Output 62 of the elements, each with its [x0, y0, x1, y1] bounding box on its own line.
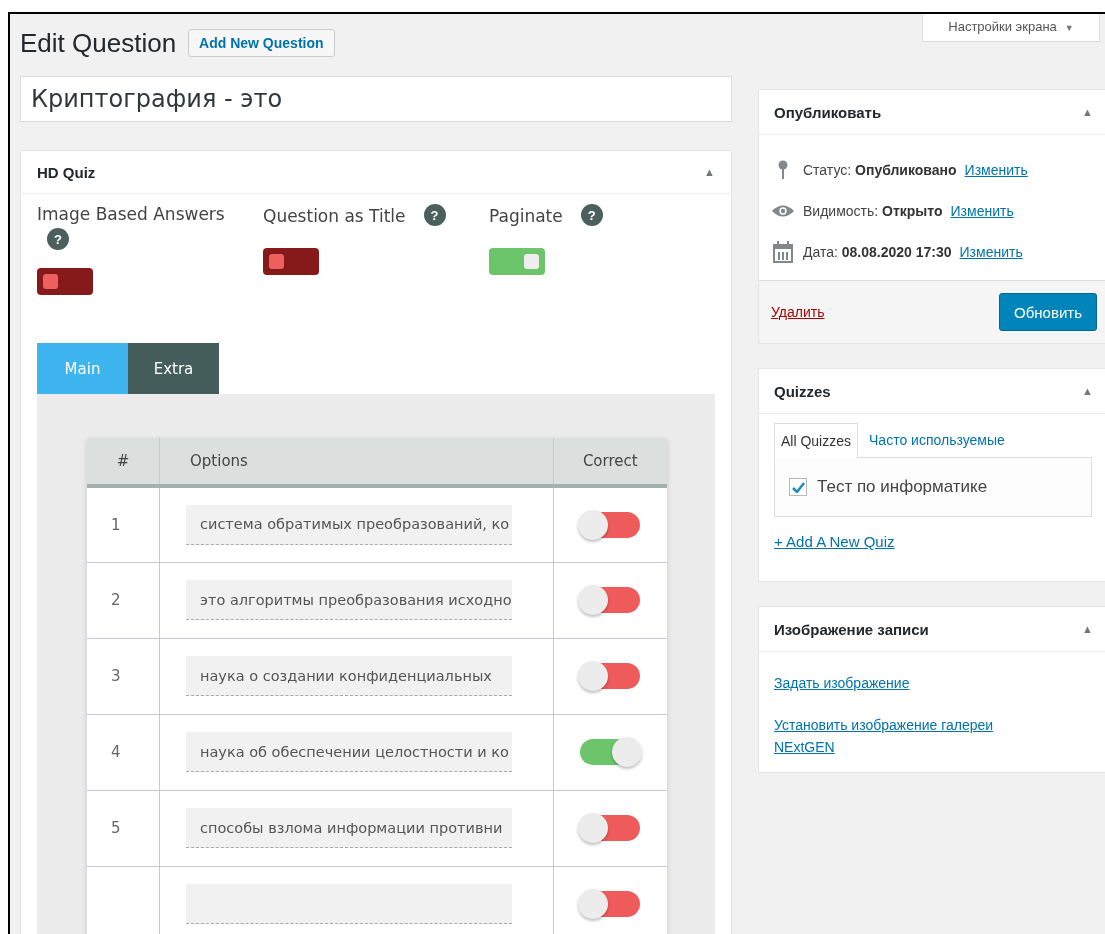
correct-toggle[interactable] — [580, 891, 641, 918]
quiz-tab[interactable]: Часто используемые — [858, 422, 1012, 457]
panel-title: HD Quiz — [37, 163, 96, 181]
toggle-switch[interactable] — [489, 248, 545, 275]
column-header: Correct — [553, 438, 667, 486]
collapse-toggle[interactable]: ▲ — [1082, 385, 1093, 397]
collapse-toggle[interactable]: ▲ — [704, 166, 715, 178]
screen-options-label: Настройки экрана — [948, 20, 1057, 33]
delete-link[interactable]: Удалить — [771, 304, 825, 320]
checkbox[interactable] — [789, 478, 807, 496]
answer-input-field[interactable] — [186, 884, 512, 925]
panel-title: Quizzes — [774, 382, 831, 400]
setting-label: Image Based Answers — [37, 204, 225, 224]
change-link[interactable]: Изменить — [964, 161, 1028, 178]
help-icon[interactable]: ? — [423, 204, 446, 226]
page-title: Edit Question — [20, 27, 177, 59]
panel-title: Изображение записи — [774, 620, 929, 638]
answer-input-field[interactable]: это алгоритмы преобразования исходно — [186, 580, 512, 620]
collapse-toggle[interactable]: ▲ — [1082, 623, 1093, 635]
add-new-question-button[interactable]: Add New Question — [188, 29, 335, 57]
change-link[interactable]: Изменить — [959, 243, 1023, 260]
answer-input-field[interactable]: наука об обеспечении целостности и ко — [186, 732, 512, 772]
caret-icon: ▼ — [1064, 24, 1074, 33]
toggle-switch[interactable] — [263, 248, 319, 275]
row-number: 4 — [87, 714, 160, 790]
answer-input-field[interactable]: система обратимых преобразований, ко — [186, 504, 512, 545]
question-title-field[interactable]: Криптография - это — [20, 76, 732, 122]
correct-toggle[interactable] — [580, 739, 641, 765]
correct-toggle[interactable] — [580, 587, 641, 613]
panel-title: Опубликовать — [774, 103, 882, 121]
screen-options-tab[interactable]: Настройки экрана ▼ — [922, 14, 1100, 42]
collapse-toggle[interactable]: ▲ — [1082, 106, 1093, 118]
answer-input-field[interactable]: способы взлома информации противни — [186, 808, 512, 848]
quiz-label: Тест по информатике — [817, 477, 988, 497]
help-icon[interactable]: ? — [47, 228, 69, 250]
publish-info-text: Дата: 08.08.2020 17:30 — [803, 243, 952, 260]
column-header: # — [87, 438, 160, 486]
update-button[interactable]: Обновить — [999, 293, 1097, 331]
row-number: 3 — [87, 638, 160, 714]
correct-toggle[interactable] — [580, 815, 641, 841]
tab[interactable]: Extra — [128, 343, 219, 394]
image-link[interactable]: Установить изображение галереи NExtGEN — [774, 714, 1044, 758]
add-new-quiz-link[interactable]: + Add A New Quiz — [774, 533, 895, 550]
image-link[interactable]: Задать изображение — [774, 672, 1044, 694]
checkmark-icon — [791, 481, 805, 493]
row-number: 1 — [87, 486, 160, 562]
row-number: 5 — [87, 790, 160, 866]
publish-info-text: Видимость: Открыто — [803, 202, 943, 219]
publish-info-text: Статус: Опубликовано — [803, 161, 957, 178]
correct-toggle[interactable] — [580, 511, 641, 538]
change-link[interactable]: Изменить — [950, 202, 1014, 219]
setting-label: Question as Title — [263, 205, 406, 226]
help-icon[interactable]: ? — [580, 204, 603, 226]
setting-label: Paginate — [489, 205, 563, 226]
toggle-switch[interactable] — [37, 268, 93, 295]
quiz-tab[interactable]: All Quizzes — [774, 423, 859, 458]
pin-icon — [777, 159, 789, 180]
answer-input-field[interactable]: наука о создании конфиденциальных — [186, 656, 512, 696]
correct-toggle[interactable] — [580, 663, 641, 689]
column-header: Options — [159, 438, 553, 486]
calendar-icon — [773, 240, 793, 263]
row-number: 2 — [87, 562, 160, 638]
